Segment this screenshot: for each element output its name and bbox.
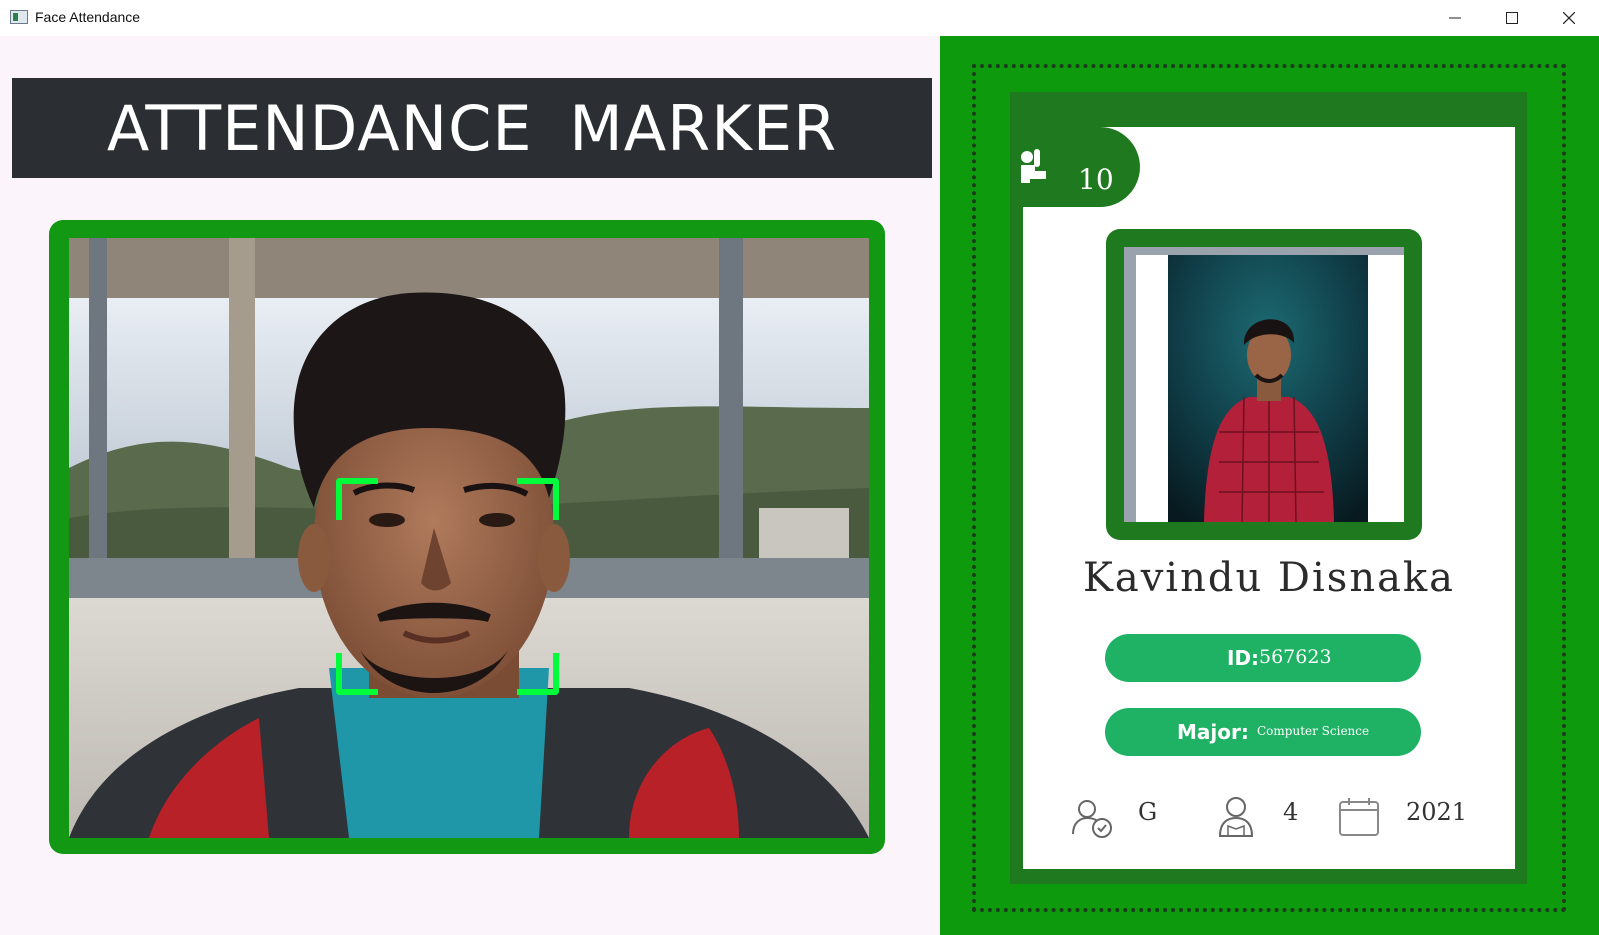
face-box-corner-top-left xyxy=(336,478,378,520)
raised-hand-icon xyxy=(1018,149,1048,188)
student-photo-frame xyxy=(1106,229,1422,540)
user-check-icon xyxy=(1071,798,1115,845)
id-label: ID: xyxy=(1227,646,1260,670)
student-major-pill: Major: Computer Science xyxy=(1105,708,1421,756)
close-icon xyxy=(1563,12,1575,24)
app-icon xyxy=(10,10,28,24)
maximize-button[interactable] xyxy=(1483,0,1541,36)
maximize-icon xyxy=(1506,12,1518,24)
close-button[interactable] xyxy=(1540,0,1598,36)
year-value: 4 xyxy=(1283,798,1299,826)
student-icon xyxy=(1218,796,1254,843)
minimize-button[interactable] xyxy=(1426,0,1484,36)
student-id-pill: ID: 567623 xyxy=(1105,634,1421,682)
banner: ATTENDANCE MARKER xyxy=(12,78,932,178)
major-value: Computer Science xyxy=(1257,724,1370,738)
window-title: Face Attendance xyxy=(35,9,141,25)
attendance-count-tab: 10 xyxy=(1010,127,1140,207)
calendar-icon xyxy=(1339,798,1379,841)
face-box-corner-bottom-right xyxy=(517,653,559,695)
camera-frame xyxy=(49,220,885,854)
student-photo xyxy=(1124,247,1404,522)
starting-year-value: 2021 xyxy=(1406,798,1468,826)
student-name: Kavindu Disnaka xyxy=(1082,555,1456,601)
face-box-corner-top-right xyxy=(517,478,559,520)
total-attendance: 10 xyxy=(1078,163,1114,196)
face-detection-box xyxy=(336,478,559,695)
face-box-corner-bottom-left xyxy=(336,653,378,695)
window-titlebar: Face Attendance xyxy=(0,0,1599,36)
minimize-icon xyxy=(1449,12,1461,24)
webcam-feed xyxy=(69,238,869,838)
standing-value: G xyxy=(1138,798,1158,826)
major-label: Major: xyxy=(1177,720,1249,744)
left-panel: ATTENDANCE MARKER xyxy=(0,36,940,935)
banner-title: ATTENDANCE MARKER xyxy=(106,91,838,165)
id-value: 567623 xyxy=(1259,646,1332,668)
